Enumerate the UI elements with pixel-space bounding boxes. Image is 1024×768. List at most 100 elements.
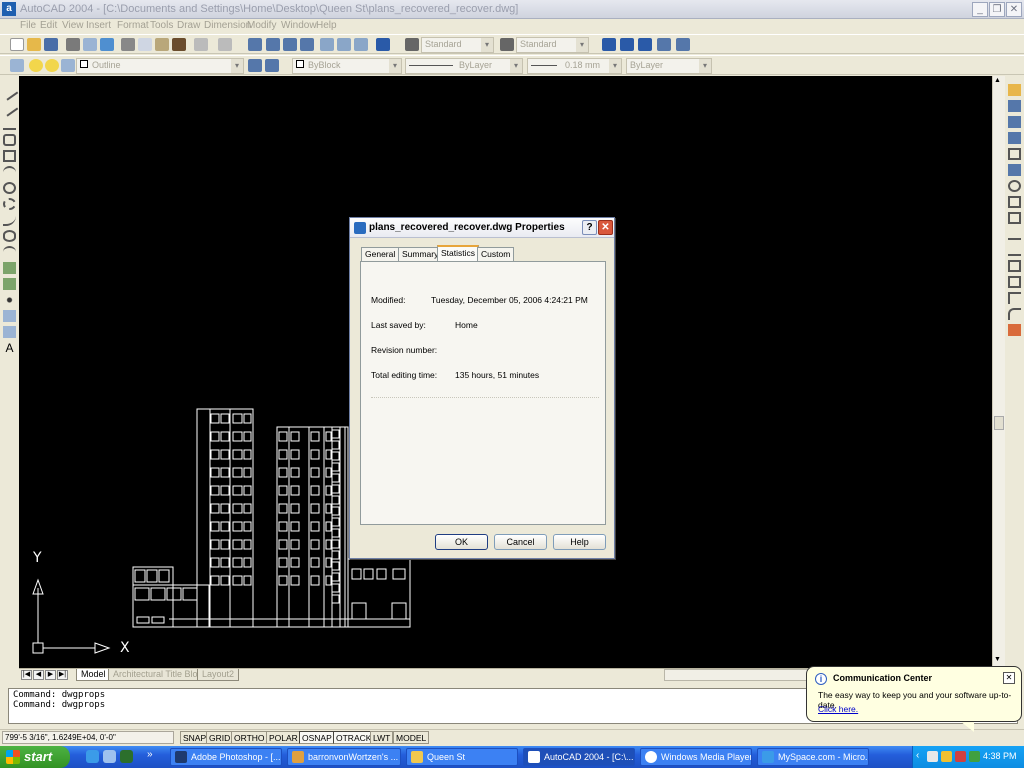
- insert-block-icon[interactable]: [3, 262, 16, 274]
- messenger-icon[interactable]: [969, 751, 980, 762]
- menu-edit[interactable]: Edit: [40, 20, 57, 31]
- tab-model[interactable]: Model: [76, 669, 111, 681]
- move-icon[interactable]: [1008, 164, 1021, 176]
- scroll-down-arrow[interactable]: ▼: [994, 656, 1001, 663]
- tool-palettes-icon[interactable]: [354, 38, 368, 51]
- zoom-window-icon[interactable]: [283, 38, 297, 51]
- hatch-icon[interactable]: [3, 310, 16, 322]
- polar-toggle[interactable]: POLAR: [266, 731, 301, 744]
- line-icon[interactable]: [0, 83, 19, 101]
- coordinate-readout[interactable]: 799'-5 3/16", 1.6249E+04, 0'-0": [2, 731, 174, 744]
- zoom-realtime-icon[interactable]: [266, 38, 280, 51]
- tab-summary[interactable]: Summary: [398, 247, 443, 261]
- lightbulb-icon[interactable]: [29, 59, 43, 72]
- help-icon[interactable]: [376, 38, 390, 51]
- task-myspace[interactable]: MySpace.com - Micro...: [757, 748, 869, 766]
- model-toggle[interactable]: MODEL: [393, 731, 430, 744]
- menu-view[interactable]: View: [62, 20, 84, 31]
- dim-style-select[interactable]: Standard ▾: [516, 37, 589, 53]
- save-icon[interactable]: [44, 38, 58, 51]
- clock[interactable]: 4:38 PM: [983, 751, 1017, 761]
- ellipse-arc-icon[interactable]: [3, 246, 16, 258]
- chamfer-icon[interactable]: [1008, 292, 1021, 304]
- dimension-icon-2[interactable]: [676, 38, 690, 51]
- ortho-toggle[interactable]: ORTHO: [231, 731, 268, 744]
- restore-button[interactable]: ❐: [989, 2, 1005, 17]
- otrack-toggle[interactable]: OTRACK: [333, 731, 375, 744]
- break-icon[interactable]: [1008, 260, 1021, 272]
- erase-icon[interactable]: [1008, 84, 1021, 96]
- security-icon[interactable]: [941, 751, 952, 762]
- task-browser[interactable]: barronvonWortzen's ...: [287, 748, 401, 766]
- make-block-icon[interactable]: [3, 278, 16, 290]
- antivirus-icon[interactable]: [955, 751, 966, 762]
- ok-button[interactable]: OK: [435, 534, 488, 550]
- new-icon[interactable]: [10, 38, 24, 51]
- redo-icon[interactable]: [218, 38, 232, 51]
- dim-style-icon[interactable]: [500, 38, 514, 51]
- cut-icon[interactable]: [121, 38, 135, 51]
- scroll-up-arrow[interactable]: ▲: [994, 77, 1001, 84]
- region-icon[interactable]: [3, 326, 16, 338]
- lineweight-select[interactable]: 0.18 mm ▾: [527, 58, 622, 74]
- start-button[interactable]: start: [0, 746, 70, 768]
- dimension-icon[interactable]: [657, 38, 671, 51]
- osnap-toggle[interactable]: OSNAP: [299, 731, 335, 744]
- explode-icon[interactable]: [1008, 324, 1021, 336]
- construction-line-icon[interactable]: [0, 99, 19, 117]
- multiline-text-icon[interactable]: A: [3, 342, 16, 354]
- plot-icon[interactable]: [66, 38, 80, 51]
- publish-icon[interactable]: [100, 38, 114, 51]
- sun-icon[interactable]: [45, 59, 59, 72]
- tray-expand-icon[interactable]: ‹: [916, 750, 919, 761]
- lwt-toggle[interactable]: LWT: [370, 731, 394, 744]
- task-photoshop[interactable]: Adobe Photoshop - [...: [170, 748, 282, 766]
- pan-icon[interactable]: [248, 38, 262, 51]
- scroll-thumb[interactable]: [994, 416, 1004, 430]
- layer-select[interactable]: Outline ▾: [76, 58, 244, 74]
- media-player-icon[interactable]: [120, 750, 133, 763]
- last-tab-button[interactable]: ▶|: [57, 670, 68, 680]
- menu-modify[interactable]: Modify: [247, 20, 276, 31]
- cancel-button[interactable]: Cancel: [494, 534, 547, 550]
- show-desktop-icon[interactable]: [103, 750, 116, 763]
- quick-launch-chevron-icon[interactable]: »: [147, 749, 153, 760]
- balloon-link[interactable]: Click here.: [818, 704, 858, 714]
- menu-help[interactable]: Help: [316, 20, 337, 31]
- scale-icon[interactable]: [1008, 196, 1021, 208]
- tab-custom[interactable]: Custom: [477, 247, 515, 261]
- dialog-title-bar[interactable]: plans_recovered_recover.dwg Properties ?…: [350, 218, 614, 238]
- network-icon[interactable]: [927, 751, 938, 762]
- layer-toolbar-icon-3[interactable]: [638, 38, 652, 51]
- properties-icon[interactable]: [320, 38, 334, 51]
- vertical-scrollbar[interactable]: ▲ ▼: [992, 76, 1005, 668]
- snap-toggle[interactable]: SNAP: [180, 731, 210, 744]
- text-style-icon[interactable]: [405, 38, 419, 51]
- layer-toolbar-icon[interactable]: [602, 38, 616, 51]
- prev-tab-button[interactable]: ◀: [33, 670, 44, 680]
- point-icon[interactable]: [3, 294, 16, 306]
- menu-format[interactable]: Format: [117, 20, 149, 31]
- grid-toggle[interactable]: GRID: [206, 731, 234, 744]
- plot-preview-icon[interactable]: [83, 38, 97, 51]
- menu-dimension[interactable]: Dimension: [204, 20, 251, 31]
- arc-icon[interactable]: [3, 166, 16, 178]
- task-autocad[interactable]: AutoCAD 2004 - [C:\...: [523, 748, 635, 766]
- tab-layout2[interactable]: Layout2: [197, 669, 240, 681]
- menu-file[interactable]: File: [20, 20, 36, 31]
- paste-icon[interactable]: [155, 38, 169, 51]
- design-center-icon[interactable]: [337, 38, 351, 51]
- first-tab-button[interactable]: |◀: [21, 670, 32, 680]
- match-properties-icon[interactable]: [172, 38, 186, 51]
- ellipse-icon[interactable]: [3, 230, 16, 242]
- trim-icon[interactable]: [1008, 228, 1021, 240]
- extend-icon[interactable]: [1008, 244, 1021, 256]
- menu-draw[interactable]: Draw: [177, 20, 200, 31]
- layer-manager-icon[interactable]: [10, 59, 24, 72]
- polygon-icon[interactable]: [3, 134, 16, 146]
- lock-icon[interactable]: [61, 59, 75, 72]
- help-button[interactable]: Help: [553, 534, 606, 550]
- layer-toolbar-icon-2[interactable]: [620, 38, 634, 51]
- rotate-icon[interactable]: [1008, 180, 1021, 192]
- array-icon[interactable]: [1008, 148, 1021, 160]
